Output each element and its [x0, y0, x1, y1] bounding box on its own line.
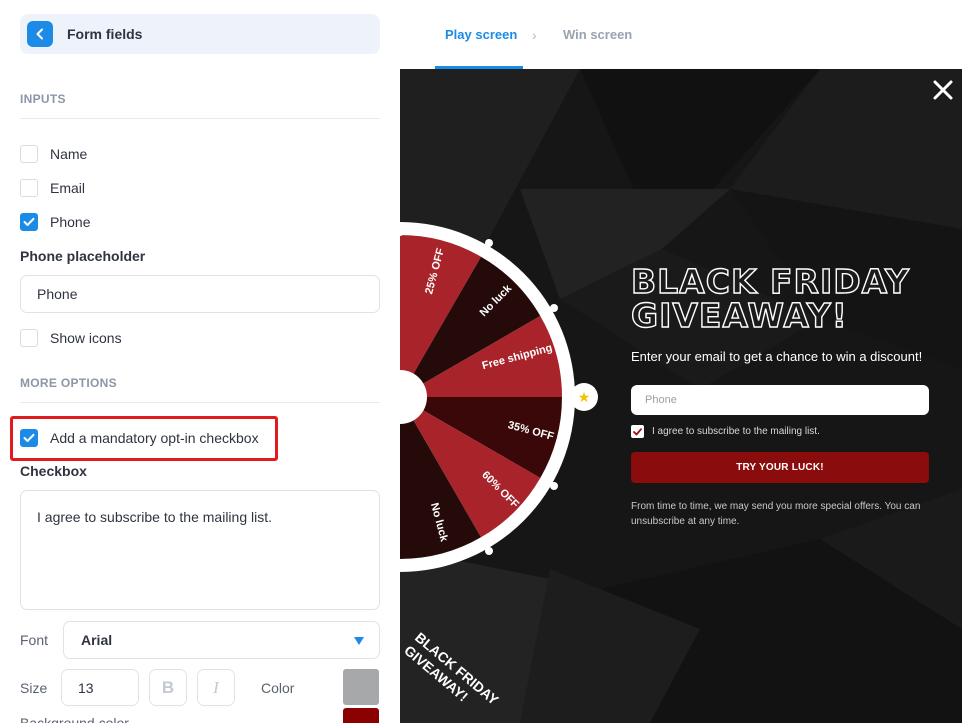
close-icon[interactable] [932, 79, 954, 101]
show-icons-checkbox[interactable] [20, 329, 38, 347]
caret-down-icon [354, 637, 364, 645]
field-name-row[interactable]: Name [20, 144, 87, 164]
title-line-1: BLACK FRIDAY [630, 262, 910, 301]
phone-placeholder-label: Phone placeholder [20, 248, 146, 264]
email-checkbox[interactable] [20, 179, 38, 197]
checkbox-text-area[interactable]: I agree to subscribe to the mailing list… [20, 490, 380, 610]
popup-footer-text: From time to time, we may send you more … [631, 501, 921, 527]
highlight-box [10, 416, 278, 461]
popup-consent-label: I agree to subscribe to the mailing list… [652, 426, 820, 437]
divider [20, 118, 380, 119]
tab-win-screen[interactable]: Win screen [563, 27, 632, 42]
tab-play-screen[interactable]: Play screen [445, 27, 517, 42]
inputs-section-heading: INPUTS [20, 92, 66, 106]
panel-header: Form fields [20, 14, 380, 54]
phone-placeholder-input[interactable]: Phone [20, 275, 380, 313]
popup-phone-input[interactable]: Phone [631, 385, 929, 415]
italic-button[interactable]: I [197, 669, 235, 706]
show-icons-row[interactable]: Show icons [20, 328, 122, 348]
popup-title: BLACK FRIDAY GIVEAWAY! [630, 262, 910, 335]
text-color-swatch[interactable] [343, 669, 379, 705]
chevron-right-icon: › [532, 27, 537, 43]
panel-title: Form fields [67, 26, 143, 42]
phone-label: Phone [50, 214, 91, 230]
background-color-label: Background color [20, 715, 129, 723]
size-label: Size [20, 680, 48, 696]
popup-preview: 25% OFF No luck Free shipping 35% OFF 60… [400, 69, 962, 723]
popup-consent-row[interactable]: I agree to subscribe to the mailing list… [631, 425, 820, 438]
font-label: Font [20, 632, 49, 648]
email-label: Email [50, 180, 86, 196]
check-icon [633, 427, 642, 435]
field-email-row[interactable]: Email [20, 178, 85, 198]
background-color-swatch[interactable] [343, 708, 379, 723]
check-icon [23, 217, 35, 226]
corner-badge: BLACK FRIDAY GIVEAWAY! [401, 631, 502, 708]
back-button[interactable] [27, 21, 53, 47]
divider [20, 402, 380, 403]
phone-checkbox[interactable] [20, 213, 38, 231]
star-icon: ★ [578, 389, 591, 405]
chevron-left-icon [36, 28, 43, 40]
show-icons-label: Show icons [50, 330, 122, 346]
screen-tabs: Play screen › Win screen [400, 0, 962, 69]
checkbox-text-label: Checkbox [20, 463, 87, 479]
prize-wheel[interactable]: 25% OFF No luck Free shipping 35% OFF 60… [400, 217, 600, 577]
more-options-heading: MORE OPTIONS [20, 376, 117, 390]
color-label: Color [261, 680, 295, 696]
form-fields-panel: Form fields INPUTS Name Email Phone Phon… [0, 0, 400, 723]
name-label: Name [50, 146, 88, 162]
bold-button[interactable]: B [149, 669, 187, 706]
field-phone-row[interactable]: Phone [20, 212, 90, 232]
font-value: Arial [81, 632, 113, 648]
popup-subtitle: Enter your email to get a chance to win … [631, 349, 923, 364]
font-select[interactable]: Arial [63, 621, 380, 659]
title-line-2: GIVEAWAY! [630, 296, 848, 335]
popup-consent-checkbox[interactable] [631, 425, 644, 438]
name-checkbox[interactable] [20, 145, 38, 163]
size-input[interactable]: 13 [61, 669, 139, 706]
try-your-luck-button[interactable]: TRY YOUR LUCK! [631, 452, 929, 483]
